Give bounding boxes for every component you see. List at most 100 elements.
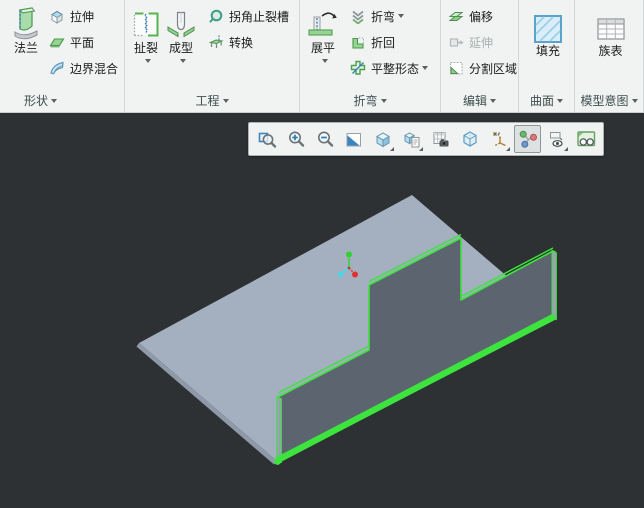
fold-back-button[interactable]: 折回 — [347, 29, 430, 55]
split-area-icon — [447, 59, 465, 77]
fill-button[interactable]: 填充 — [531, 5, 565, 60]
corner-relief-label: 拐角止裂槽 — [229, 9, 290, 24]
chevron-down-icon — [631, 99, 638, 103]
saved-orientations-button[interactable] — [398, 125, 425, 153]
fold-back-label: 折回 — [371, 35, 396, 50]
engineering-group-footer[interactable]: 工程 — [125, 92, 299, 109]
extrude-label: 拉伸 — [70, 9, 95, 24]
flange-label: 法兰 — [13, 41, 38, 55]
flange-icon — [8, 3, 44, 41]
datum-display-filters-button[interactable] — [485, 125, 512, 153]
offset-button[interactable]: 偏移 — [445, 3, 519, 29]
saved-orientations-icon — [403, 132, 419, 148]
shape-group-label: 形状 — [24, 94, 49, 108]
engineering-group-label: 工程 — [195, 94, 220, 108]
extend-icon — [447, 33, 465, 51]
chevron-down-icon — [51, 99, 58, 103]
rip-icon — [131, 3, 161, 41]
triad-z-axis — [337, 271, 344, 278]
fill-icon — [533, 6, 563, 44]
zoom-out-button[interactable] — [311, 125, 338, 153]
family-table-button[interactable]: 族表 — [594, 5, 628, 60]
ribbon-group-bend: 展平 折弯 折回 平整形态 折弯 — [300, 0, 441, 112]
planar-icon — [48, 33, 66, 51]
refit-button[interactable] — [253, 125, 280, 153]
spin-center-button[interactable] — [514, 125, 541, 153]
convert-icon — [207, 33, 225, 51]
flatten-button[interactable]: 展平 — [304, 2, 342, 64]
flange-corner-vertex[interactable] — [274, 458, 281, 465]
convert-button[interactable]: 转换 — [205, 29, 291, 55]
corner-relief-button[interactable]: 拐角止裂槽 — [205, 3, 291, 29]
planar-label: 平面 — [70, 35, 95, 50]
zoom-in-button[interactable] — [282, 125, 309, 153]
repaint-button[interactable] — [340, 125, 367, 153]
triad-x-axis — [352, 271, 358, 278]
split-area-button[interactable]: 分割区域 — [445, 55, 519, 81]
extend-label: 延伸 — [469, 35, 494, 50]
flange-right-thickness-edge[interactable] — [551, 249, 557, 321]
flat-pattern-icon — [349, 59, 367, 77]
split-area-label: 分割区域 — [469, 61, 518, 76]
ribbon-group-shape: 法兰 拉伸 平面 边界混合 形状 — [0, 0, 125, 112]
ribbon-group-engineering: 扯裂 成型 拐角止裂槽 转换 工程 — [125, 0, 300, 112]
surface-group-footer[interactable]: 曲面 — [519, 92, 574, 109]
bend-group-label: 折弯 — [353, 94, 378, 108]
flange-left-thickness-edge[interactable] — [276, 395, 282, 463]
flat-pattern-button[interactable]: 平整形态 — [347, 55, 430, 81]
graphics-viewport[interactable] — [0, 113, 644, 508]
display-style-icon — [375, 132, 390, 148]
form-icon — [165, 3, 197, 41]
refit-icon — [258, 132, 276, 148]
extrude-button[interactable]: 拉伸 — [46, 3, 120, 29]
display-style-button[interactable] — [369, 125, 396, 153]
rip-button[interactable]: 扯裂 — [129, 2, 163, 64]
datum-display-filters-icon — [492, 132, 506, 147]
render-view-button[interactable] — [572, 125, 599, 153]
corner-relief-icon — [207, 7, 225, 25]
model-intent-group-label: 模型意图 — [580, 94, 629, 108]
transparent-shading-icon — [462, 131, 477, 147]
chevron-down-icon — [490, 99, 496, 103]
boundary-blend-icon — [48, 59, 66, 77]
annotation-display-button[interactable] — [543, 125, 570, 153]
bend-icon — [349, 7, 367, 25]
repaint-icon — [346, 133, 361, 147]
rip-label: 扯裂 — [133, 41, 158, 55]
fold-back-icon — [349, 33, 367, 51]
ribbon-group-model-intent: 族表 模型意图 — [575, 0, 644, 112]
chevron-down-icon — [222, 99, 229, 103]
sheet-metal-ribbon: 法兰 拉伸 平面 边界混合 形状 扯裂 成型 拐角止裂槽 转换 工程 展平 折弯… — [0, 0, 644, 113]
bend-button[interactable]: 折弯 — [347, 3, 430, 29]
offset-icon — [447, 7, 465, 25]
view-manager-button[interactable] — [427, 125, 454, 153]
chevron-down-icon[interactable] — [144, 59, 151, 63]
edit-group-footer[interactable]: 编辑 — [441, 92, 518, 109]
family-table-icon — [596, 6, 626, 44]
view-manager-icon — [433, 132, 448, 147]
zoom-out-icon — [317, 131, 333, 147]
model-scene — [136, 195, 557, 465]
transparent-shading-button[interactable] — [456, 125, 483, 153]
chevron-down-icon[interactable] — [422, 66, 429, 70]
chevron-down-icon[interactable] — [179, 59, 186, 63]
zoom-in-icon — [288, 131, 304, 147]
surface-group-label: 曲面 — [529, 94, 554, 108]
family-table-label: 族表 — [598, 44, 623, 58]
flatten-icon — [306, 3, 340, 41]
shape-group-footer[interactable]: 形状 — [0, 92, 124, 109]
form-button[interactable]: 成型 — [163, 2, 199, 64]
planar-button[interactable]: 平面 — [46, 29, 120, 55]
chevron-down-icon[interactable] — [321, 59, 328, 63]
chevron-down-icon — [380, 99, 387, 103]
bend-group-footer[interactable]: 折弯 — [300, 92, 440, 109]
boundary-blend-button[interactable]: 边界混合 — [46, 55, 120, 81]
bend-label: 折弯 — [371, 9, 396, 24]
annotation-display-icon — [549, 132, 563, 147]
model-intent-group-footer[interactable]: 模型意图 — [575, 92, 643, 109]
flange-button[interactable]: 法兰 — [6, 2, 46, 57]
fill-label: 填充 — [535, 44, 560, 58]
flatten-label: 展平 — [310, 41, 335, 55]
ribbon-group-surface: 填充 曲面 — [519, 0, 575, 112]
chevron-down-icon[interactable] — [398, 14, 405, 18]
